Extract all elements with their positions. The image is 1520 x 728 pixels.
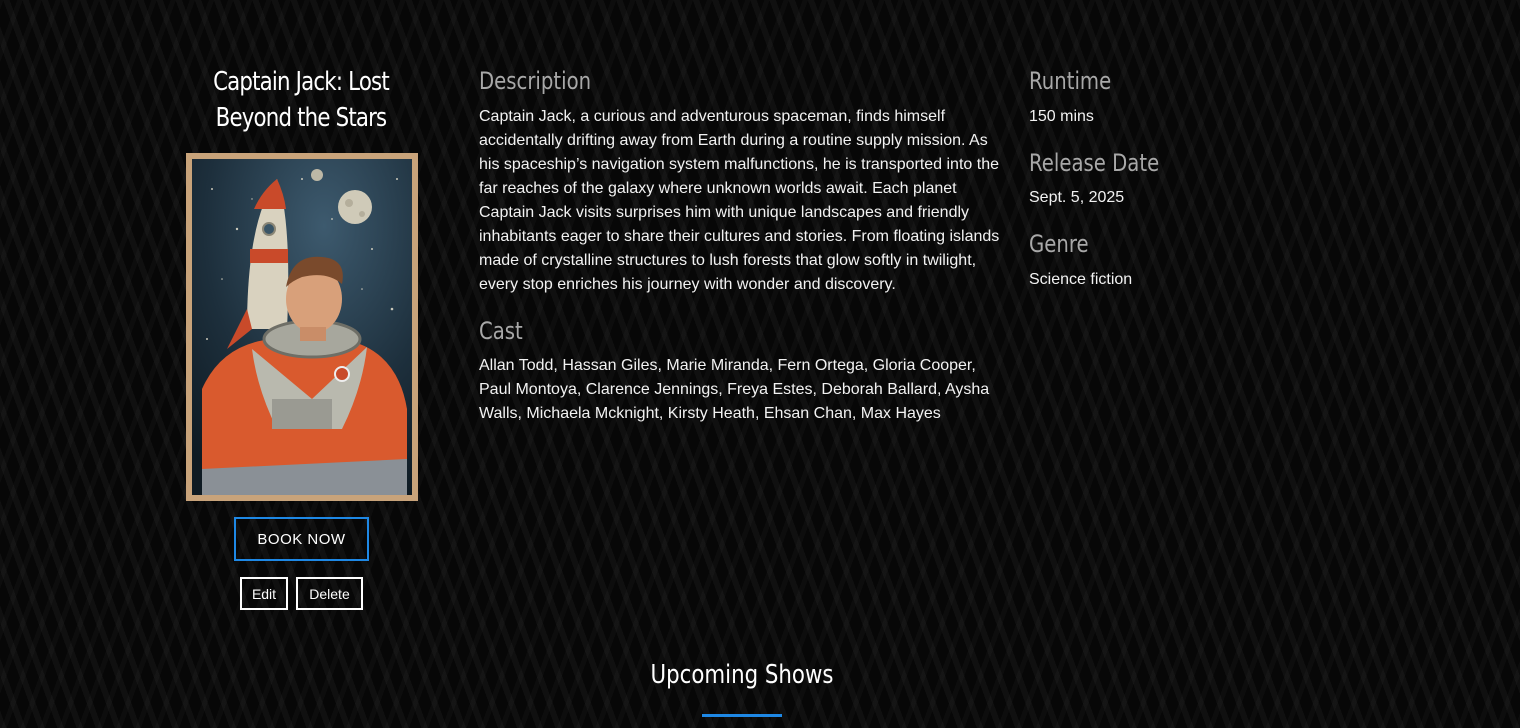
edit-button[interactable]: Edit	[240, 577, 288, 610]
cast-heading: Cast	[479, 317, 523, 345]
genre-heading: Genre	[1029, 230, 1089, 258]
description-text: Captain Jack, a curious and adventurous …	[479, 108, 1000, 293]
book-now-button[interactable]: BOOK NOW	[234, 517, 369, 561]
description-heading: Description	[479, 67, 592, 95]
movie-title: Captain Jack: Lost Beyond the Stars	[213, 67, 390, 133]
runtime-heading: Runtime	[1029, 67, 1112, 95]
delete-button[interactable]: Delete	[296, 577, 363, 610]
runtime-value: 150 mins	[1029, 108, 1094, 125]
cast-list: Allan Todd, Hassan Giles, Marie Miranda,…	[479, 357, 990, 422]
genre-value: Science fiction	[1029, 271, 1133, 288]
astronaut-poster-icon	[192, 159, 412, 495]
release-date-value: Sept. 5, 2025	[1029, 189, 1125, 206]
upcoming-shows-heading: Upcoming Shows	[650, 660, 834, 690]
movie-poster	[186, 153, 418, 501]
release-date-heading: Release Date	[1029, 149, 1160, 177]
upcoming-shows-underline	[702, 714, 782, 717]
